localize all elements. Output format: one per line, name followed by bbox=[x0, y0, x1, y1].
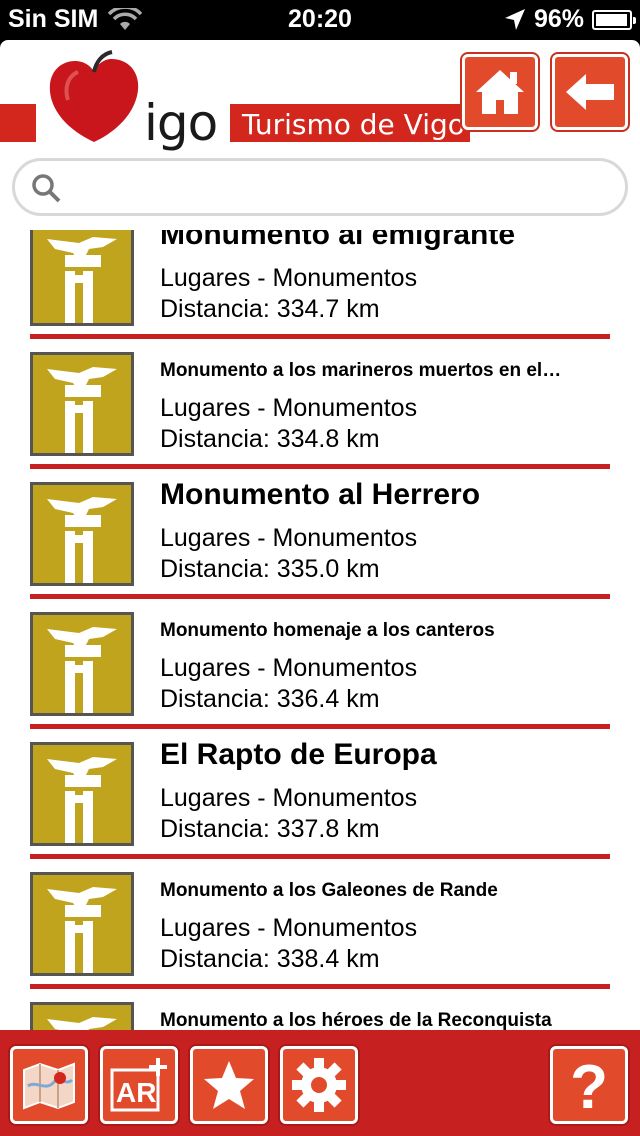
monument-statue-icon bbox=[47, 1017, 117, 1030]
battery-icon bbox=[592, 9, 636, 30]
item-category: Lugares - Monumentos bbox=[160, 394, 418, 422]
logo-text: igo bbox=[144, 94, 218, 152]
header-tagline: Turismo de Vigo bbox=[230, 104, 470, 142]
item-distance: Distancia: 338.4 km bbox=[160, 945, 380, 973]
monument-statue-icon bbox=[47, 237, 117, 323]
settings-button[interactable] bbox=[280, 1046, 358, 1124]
item-distance: Distancia: 334.7 km bbox=[160, 295, 380, 323]
item-title: Monumento a los Galeones de Rande bbox=[160, 880, 498, 901]
battery-fill bbox=[596, 13, 627, 26]
status-bar: Sin SIM 20:20 96% bbox=[0, 0, 640, 40]
location-arrow-icon bbox=[504, 8, 526, 32]
item-category: Lugares - Monumentos bbox=[160, 914, 418, 942]
item-title: Monumento al emigrante bbox=[160, 230, 516, 251]
monument-statue-icon bbox=[47, 627, 117, 713]
results-list: Monumento al emigrante Lugares - Monumen… bbox=[0, 230, 640, 1030]
list-item[interactable]: Monumento homenaje a los canteros Lugare… bbox=[0, 612, 640, 742]
item-divider bbox=[30, 334, 610, 339]
header-accent-strip bbox=[0, 104, 36, 142]
item-category: Lugares - Monumentos bbox=[160, 654, 418, 682]
item-distance: Distancia: 334.8 km bbox=[160, 425, 380, 453]
list-item[interactable]: Monumento a los Galeones de Rande Lugare… bbox=[0, 872, 640, 1002]
help-label: ? bbox=[570, 1054, 608, 1116]
monument-thumbnail bbox=[30, 352, 134, 456]
list-item[interactable]: Monumento al emigrante Lugares - Monumen… bbox=[0, 230, 640, 352]
question-icon: ? bbox=[570, 1054, 608, 1116]
monument-thumbnail bbox=[30, 230, 134, 326]
item-distance: Distancia: 337.8 km bbox=[160, 815, 380, 843]
favorites-button[interactable] bbox=[190, 1046, 268, 1124]
monument-statue-icon bbox=[47, 757, 117, 843]
monument-thumbnail bbox=[30, 742, 134, 846]
gear-icon bbox=[292, 1058, 346, 1112]
list-item[interactable]: Monumento a los héroes de la Reconquista bbox=[0, 1002, 640, 1030]
ar-label: AR bbox=[116, 1077, 156, 1108]
star-icon bbox=[204, 1061, 254, 1109]
item-divider bbox=[30, 594, 610, 599]
home-icon bbox=[476, 70, 524, 114]
apple-heart-logo-icon bbox=[49, 50, 139, 143]
home-button[interactable] bbox=[462, 54, 538, 130]
list-item[interactable]: El Rapto de Europa Lugares - Monumentos … bbox=[0, 738, 640, 872]
item-divider bbox=[30, 724, 610, 729]
search-icon bbox=[31, 173, 61, 208]
item-title: Monumento a los marineros muertos en el… bbox=[160, 360, 562, 381]
item-divider bbox=[30, 854, 610, 859]
item-distance: Distancia: 335.0 km bbox=[160, 555, 380, 583]
search-bar[interactable] bbox=[12, 158, 628, 216]
app-screen: igo Turismo de Vigo Monumento al emigran… bbox=[0, 40, 640, 1136]
item-divider bbox=[30, 984, 610, 989]
ar-icon: AR bbox=[110, 1058, 167, 1112]
bottom-toolbar: AR ? bbox=[0, 1030, 640, 1136]
monument-statue-icon bbox=[47, 367, 117, 453]
monument-thumbnail bbox=[30, 872, 134, 976]
monument-thumbnail bbox=[30, 612, 134, 716]
item-divider bbox=[30, 464, 610, 469]
item-title: El Rapto de Europa bbox=[160, 738, 437, 771]
item-category: Lugares - Monumentos bbox=[160, 264, 418, 292]
monument-statue-icon bbox=[47, 887, 117, 973]
status-right: 96% bbox=[504, 5, 636, 34]
list-item[interactable]: Monumento a los marineros muertos en el…… bbox=[0, 352, 640, 482]
augmented-reality-button[interactable]: AR bbox=[100, 1046, 178, 1124]
item-title: Monumento homenaje a los canteros bbox=[160, 620, 495, 641]
results-list-inner: Monumento al emigrante Lugares - Monumen… bbox=[0, 230, 640, 1030]
item-distance: Distancia: 336.4 km bbox=[160, 685, 380, 713]
back-button[interactable] bbox=[552, 54, 628, 130]
search-input[interactable] bbox=[71, 169, 611, 207]
item-title: Monumento a los héroes de la Reconquista bbox=[160, 1010, 552, 1030]
item-category: Lugares - Monumentos bbox=[160, 524, 418, 552]
item-title: Monumento al Herrero bbox=[160, 478, 481, 511]
app-header: igo Turismo de Vigo bbox=[0, 40, 640, 152]
monument-thumbnail bbox=[30, 1002, 134, 1030]
vigo-logo: igo bbox=[44, 50, 224, 152]
item-category: Lugares - Monumentos bbox=[160, 784, 418, 812]
monument-statue-icon bbox=[47, 497, 117, 583]
map-button[interactable] bbox=[10, 1046, 88, 1124]
monument-thumbnail bbox=[30, 482, 134, 586]
help-button[interactable]: ? bbox=[550, 1046, 628, 1124]
map-icon bbox=[23, 1062, 75, 1110]
back-arrow-icon bbox=[566, 74, 614, 110]
list-item[interactable]: Monumento al Herrero Lugares - Monumento… bbox=[0, 478, 640, 612]
battery-percent: 96% bbox=[533, 5, 584, 33]
